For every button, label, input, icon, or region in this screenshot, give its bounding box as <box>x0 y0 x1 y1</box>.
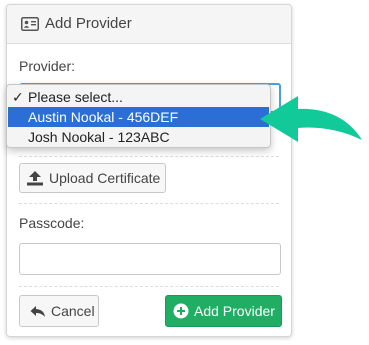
passcode-input[interactable] <box>19 243 281 275</box>
upload-icon <box>27 171 43 186</box>
upload-certificate-label: Upload Certificate <box>49 170 161 186</box>
reply-arrow-icon <box>30 305 45 317</box>
check-icon: ✓ <box>12 89 24 105</box>
add-provider-label: Add Provider <box>194 303 275 319</box>
add-provider-button[interactable]: Add Provider <box>165 295 282 327</box>
add-provider-panel: Add Provider Provider: Upload Certificat… <box>6 4 292 337</box>
dropdown-option-label: Please select... <box>28 89 123 105</box>
panel-header: Add Provider <box>7 5 291 44</box>
divider <box>19 286 279 287</box>
divider <box>19 203 279 204</box>
divider <box>19 156 279 157</box>
plus-circle-icon <box>173 303 189 319</box>
panel-title: Add Provider <box>45 15 132 32</box>
cancel-button[interactable]: Cancel <box>19 295 99 327</box>
dropdown-option[interactable]: Josh Nookal - 123ABC <box>8 127 269 147</box>
dropdown-option-label: Austin Nookal - 456DEF <box>28 109 179 125</box>
upload-certificate-button[interactable]: Upload Certificate <box>19 163 166 193</box>
annotation-arrow-icon <box>260 96 362 142</box>
cancel-label: Cancel <box>51 303 95 319</box>
dropdown-option-highlighted[interactable]: Austin Nookal - 456DEF <box>8 107 269 127</box>
dropdown-option[interactable]: ✓ Please select... <box>8 87 269 107</box>
provider-label: Provider: <box>19 58 76 74</box>
dropdown-option-label: Josh Nookal - 123ABC <box>28 129 170 145</box>
provider-dropdown-menu: ✓ Please select... Austin Nookal - 456DE… <box>6 84 271 148</box>
passcode-label: Passcode: <box>19 215 85 231</box>
id-card-icon <box>21 17 39 31</box>
